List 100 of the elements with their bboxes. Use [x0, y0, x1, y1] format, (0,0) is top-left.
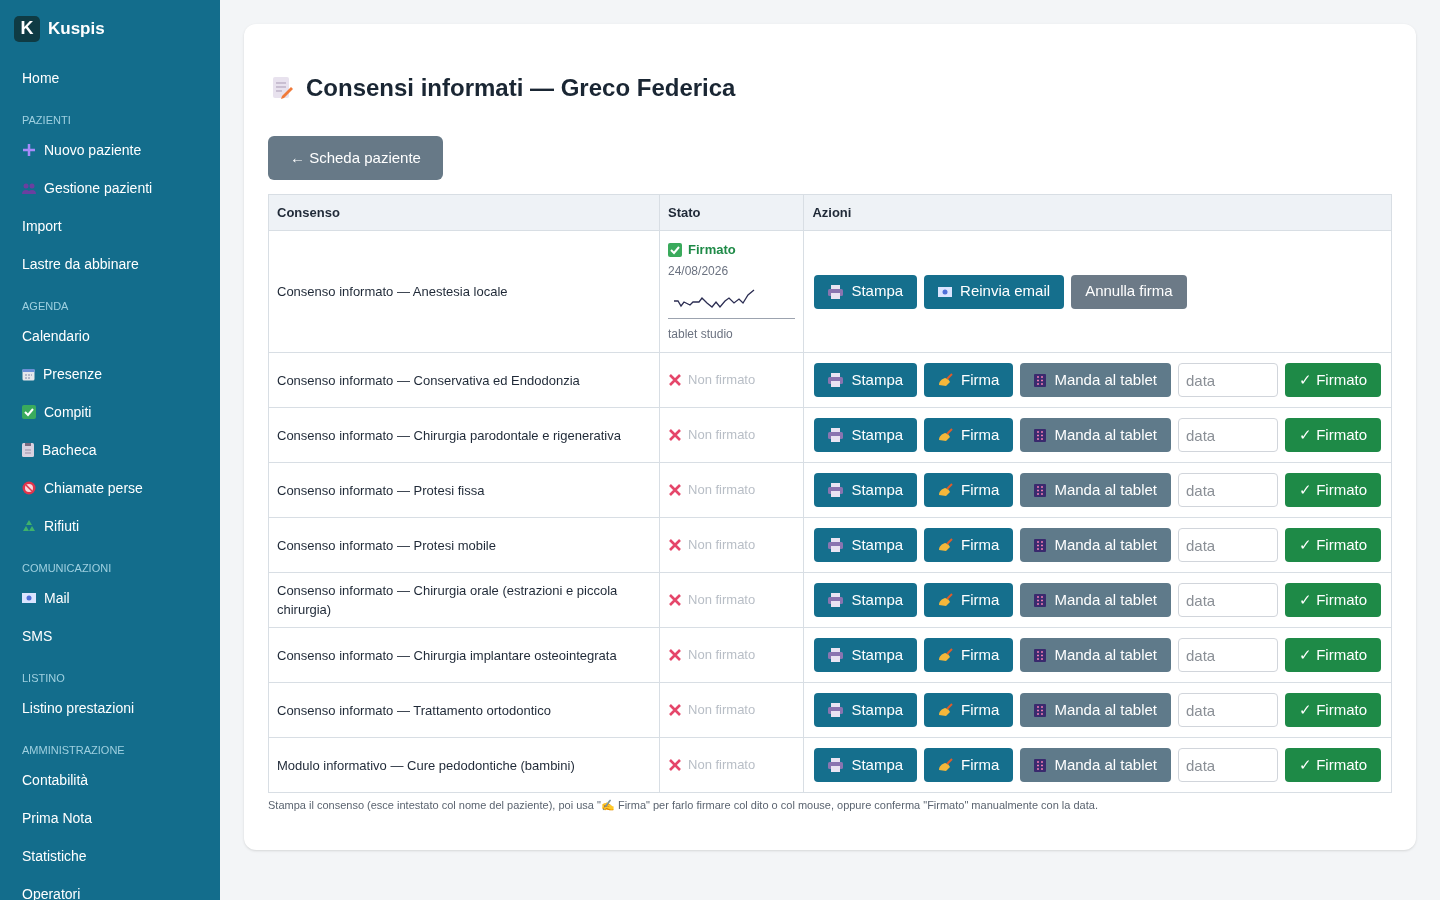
cross-icon: [668, 703, 682, 717]
send-to-tablet-button[interactable]: Manda al tablet: [1020, 418, 1171, 452]
sidebar-link[interactable]: Import: [22, 215, 62, 237]
send-to-tablet-button[interactable]: Manda al tablet: [1020, 638, 1171, 672]
sidebar-link[interactable]: Lastre da abbinare: [22, 253, 139, 275]
sidebar-link[interactable]: Mail: [44, 587, 70, 609]
grid-icon: [1034, 648, 1047, 662]
sidebar-link[interactable]: Rifiuti: [44, 515, 79, 537]
print-button[interactable]: Stampa: [814, 693, 918, 727]
print-button[interactable]: Stampa: [814, 418, 918, 452]
mark-signed-button[interactable]: ✓ Firmato: [1285, 638, 1381, 672]
consent-name: Consenso informato — Protesi mobile: [268, 517, 660, 573]
print-button[interactable]: Stampa: [814, 638, 918, 672]
send-to-tablet-button[interactable]: Manda al tablet: [1020, 693, 1171, 727]
mark-signed-button[interactable]: ✓ Firmato: [1285, 363, 1381, 397]
print-button[interactable]: Stampa: [814, 583, 918, 617]
send-to-tablet-button[interactable]: Manda al tablet: [1020, 583, 1171, 617]
send-to-tablet-button[interactable]: Manda al tablet: [1020, 363, 1171, 397]
section-heading: AGENDA: [22, 298, 69, 314]
calendar-icon: [22, 367, 35, 381]
sidebar-link[interactable]: Home: [22, 67, 60, 89]
print-button[interactable]: Stampa: [814, 528, 918, 562]
sign-button[interactable]: Firma: [924, 748, 1014, 782]
send-to-tablet-button[interactable]: Manda al tablet: [1020, 473, 1171, 507]
date-field[interactable]: data: [1178, 748, 1278, 782]
section-heading: COMUNICAZIONI: [22, 560, 112, 576]
footnote: Stampa il consenso (esce intestato col nome del paziente), poi usa "✍ Firma" per farlo firmare col dito o col mouse, oppure conferma "Firmato" manualmente con la data.: [268, 798, 1099, 813]
sidebar-link[interactable]: Presenze: [43, 363, 103, 385]
date-field[interactable]: data: [1178, 418, 1278, 452]
mark-signed-button[interactable]: ✓ Firmato: [1285, 528, 1381, 562]
cross-icon: [668, 428, 682, 442]
sidebar-link[interactable]: Calendario: [22, 325, 90, 347]
signed-date: 24/08/2026: [668, 262, 730, 280]
sidebar-link[interactable]: Compiti: [44, 401, 92, 423]
status-label: Firmato: [688, 241, 736, 260]
mark-signed-button[interactable]: ✓ Firmato: [1285, 473, 1381, 507]
printer-icon: [828, 483, 844, 497]
mark-signed-button[interactable]: ✓ Firmato: [1285, 693, 1381, 727]
print-button[interactable]: Stampa: [814, 748, 918, 782]
sidebar-link[interactable]: SMS: [22, 625, 53, 647]
clipboard-icon: [22, 443, 34, 457]
sign-button[interactable]: Firma: [924, 528, 1014, 562]
sign-button[interactable]: Firma: [924, 473, 1014, 507]
printer-icon: [828, 648, 844, 662]
cancel-signature-button[interactable]: Annulla firma: [1071, 274, 1187, 309]
consent-name: Consenso informato — Chirurgia parodontale e rigenerativa: [268, 407, 660, 463]
sign-button[interactable]: Firma: [924, 583, 1014, 617]
status-label: Non firmato: [688, 701, 756, 720]
column-header: Azioni: [803, 194, 1392, 231]
consent-name: Consenso informato — Chirurgia implantare osteointegrata: [268, 627, 660, 683]
sign-button[interactable]: Firma: [924, 418, 1014, 452]
consent-name: Consenso informato — Trattamento ortodontico: [268, 682, 660, 738]
consent-name: Modulo informativo — Cure pedodontiche (bambini): [268, 737, 660, 793]
grid-icon: [1034, 483, 1047, 497]
status-label: Non firmato: [688, 481, 756, 500]
back-button[interactable]: ← Scheda paziente: [268, 136, 443, 180]
date-field[interactable]: data: [1178, 473, 1278, 507]
cross-icon: [668, 483, 682, 497]
printer-icon: [828, 593, 844, 607]
date-field[interactable]: data: [1178, 363, 1278, 397]
grid-icon: [1034, 593, 1047, 607]
sign-button[interactable]: Firma: [924, 638, 1014, 672]
sign-button[interactable]: Firma: [924, 693, 1014, 727]
mark-signed-button[interactable]: ✓ Firmato: [1285, 748, 1381, 782]
grid-icon: [1034, 758, 1047, 772]
date-field[interactable]: data: [1178, 638, 1278, 672]
print-button[interactable]: Stampa: [814, 473, 918, 507]
send-to-tablet-button[interactable]: Manda al tablet: [1020, 748, 1171, 782]
print-button[interactable]: Stampa: [814, 363, 918, 397]
grid-icon: [1034, 538, 1047, 552]
printer-icon: [828, 284, 844, 299]
memo-icon: [272, 76, 294, 100]
consent-name: Consenso informato — Chirurgia orale (estrazioni e piccola chirurgia): [268, 572, 660, 628]
sidebar-link[interactable]: Gestione pazienti: [44, 177, 153, 199]
sign-button[interactable]: Firma: [924, 363, 1014, 397]
print-button[interactable]: Stampa: [814, 274, 918, 309]
sidebar-link[interactable]: Prima Nota: [22, 807, 93, 829]
resend-email-button[interactable]: Reinvia email: [924, 274, 1065, 309]
sidebar-link[interactable]: Chiamate perse: [44, 477, 143, 499]
date-field[interactable]: data: [1178, 528, 1278, 562]
cross-icon: [668, 538, 682, 552]
cross-icon: [668, 648, 682, 662]
sidebar-link[interactable]: Statistiche: [22, 845, 87, 867]
status-label: Non firmato: [688, 426, 756, 445]
no-phone-icon: [22, 481, 36, 495]
envelope-icon: [938, 286, 953, 297]
mark-signed-button[interactable]: ✓ Firmato: [1285, 583, 1381, 617]
sidebar-link[interactable]: Bacheca: [42, 439, 97, 461]
sidebar-link[interactable]: Nuovo paziente: [44, 139, 142, 161]
mark-signed-button[interactable]: ✓ Firmato: [1285, 418, 1381, 452]
sidebar-link[interactable]: Listino prestazioni: [22, 697, 135, 719]
sidebar-link[interactable]: Contabilità: [22, 769, 89, 791]
cross-icon: [668, 758, 682, 772]
status-label: Non firmato: [688, 536, 756, 555]
date-field[interactable]: data: [1178, 693, 1278, 727]
column-header: Consenso: [268, 194, 660, 231]
brand-name: Kuspis: [48, 17, 105, 40]
send-to-tablet-button[interactable]: Manda al tablet: [1020, 528, 1171, 562]
date-field[interactable]: data: [1178, 583, 1278, 617]
printer-icon: [828, 758, 844, 772]
